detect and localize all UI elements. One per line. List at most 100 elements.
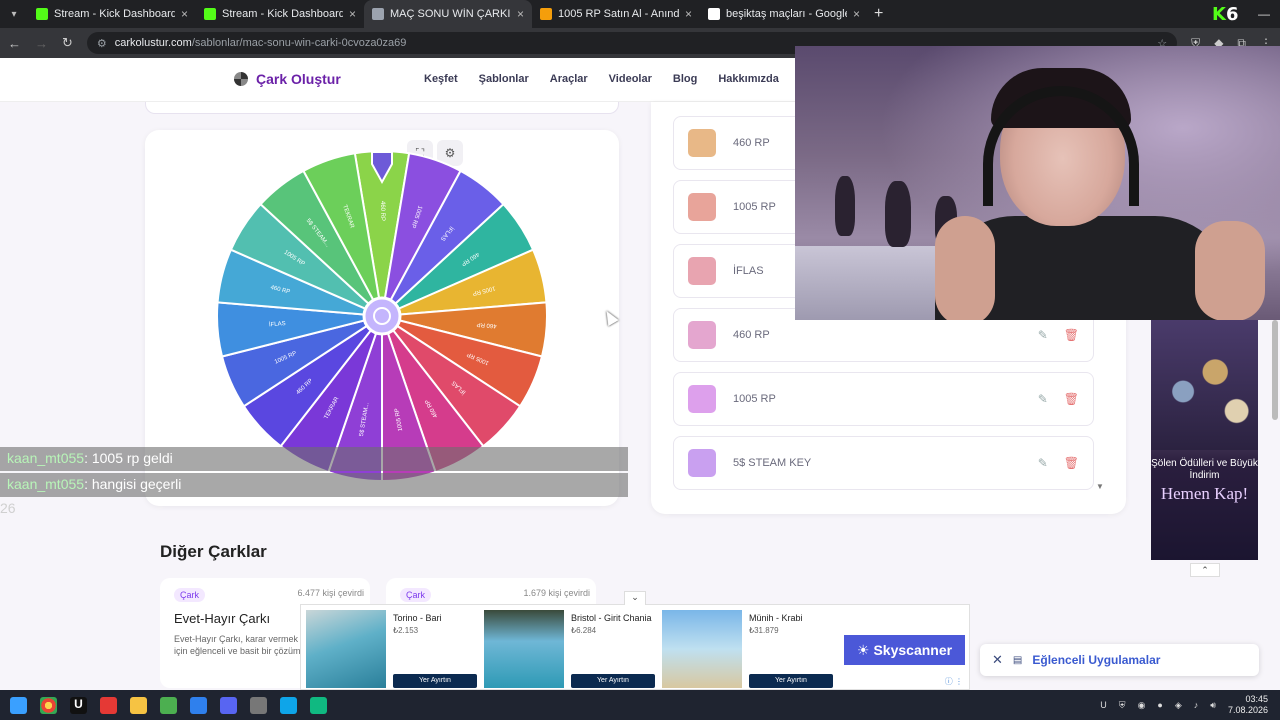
- flight-deal[interactable]: Münih - Krabi ₺31.879 Yer Ayırtın: [657, 610, 833, 690]
- edge-icon[interactable]: [280, 696, 297, 714]
- color-swatch[interactable]: [688, 385, 716, 413]
- app-red-icon[interactable]: [100, 696, 117, 714]
- nav-link[interactable]: Videolar: [609, 73, 652, 85]
- tab-title: Stream - Kick Dashboard: [54, 8, 175, 20]
- cam-person-arm: [1195, 221, 1265, 320]
- tray-discord-icon[interactable]: ◉: [1138, 700, 1146, 711]
- chat-user: kaan_mt055: [7, 476, 85, 492]
- spin-hub-button[interactable]: [362, 296, 402, 336]
- discord-icon[interactable]: [220, 696, 237, 714]
- tab-title: MAÇ SONU WİN ÇARKI - Çark: [390, 8, 511, 20]
- apps-toast[interactable]: ✕ ▤ Eğlenceli Uygulamalar: [980, 644, 1259, 676]
- minimize-button[interactable]: —: [1258, 7, 1270, 21]
- edit-icon[interactable]: ✎: [1038, 328, 1048, 342]
- chat-ghost-text: 26: [0, 500, 16, 516]
- browser-tab[interactable]: Stream - Kick Dashboard ×: [196, 0, 364, 28]
- tray-network-icon[interactable]: ◈: [1175, 700, 1182, 711]
- tray-mic-icon[interactable]: ♪: [1194, 700, 1199, 710]
- deal-route: Münih - Krabi: [749, 613, 803, 623]
- scroll-down-arrow[interactable]: ▼: [1096, 482, 1104, 491]
- edit-icon[interactable]: ✎: [1038, 456, 1048, 470]
- back-icon[interactable]: ←: [8, 36, 21, 51]
- book-button[interactable]: Yer Ayırtın: [571, 674, 655, 688]
- tab-title: 1005 RP Satın Al - Anında Teslim: [558, 8, 679, 20]
- skyscanner-brand: Skyscanner: [873, 642, 953, 658]
- side-ad-collapse-icon[interactable]: ⌃: [1190, 563, 1220, 577]
- browser-tab[interactable]: Stream - Kick Dashboard ×: [28, 0, 196, 28]
- deal-price: ₺2.153: [393, 626, 419, 635]
- side-ad-line1: Şölen Ödülleri ve Büyük İndirim: [1151, 458, 1258, 481]
- color-swatch[interactable]: [688, 449, 716, 477]
- chat-user: kaan_mt055: [7, 450, 85, 466]
- clock[interactable]: 03:45 7.08.2026: [1228, 694, 1268, 716]
- site-brand[interactable]: Çark Oluştur: [234, 71, 341, 87]
- travel-ad-banner[interactable]: ⌄ Torino - Bari ₺2.153 Yer Ayırtın Bristol …: [300, 591, 970, 690]
- book-button[interactable]: Yer Ayırtın: [393, 674, 477, 688]
- close-tab-icon[interactable]: ×: [181, 7, 188, 21]
- browser-tab[interactable]: 1005 RP Satın Al - Anında Teslim ×: [532, 0, 700, 28]
- new-tab-button[interactable]: +: [874, 5, 883, 23]
- folder-icon[interactable]: [130, 696, 147, 714]
- close-tab-icon[interactable]: ×: [853, 7, 860, 21]
- deal-price: ₺31.879: [749, 626, 779, 635]
- tray-shield-icon[interactable]: ⛨: [1119, 700, 1126, 711]
- close-icon[interactable]: ✕: [992, 652, 1003, 668]
- chrome-icon[interactable]: [40, 696, 57, 714]
- color-swatch[interactable]: [688, 321, 716, 349]
- browser-tab[interactable]: MAÇ SONU WİN ÇARKI - Çark ×: [364, 0, 532, 28]
- app-blue-icon[interactable]: [190, 696, 207, 714]
- wheel-logo-icon: [234, 72, 248, 86]
- nav-link[interactable]: Blog: [673, 73, 697, 85]
- edit-icon[interactable]: ✎: [1038, 392, 1048, 406]
- tab-search-button[interactable]: ▾: [0, 0, 28, 28]
- trash-icon[interactable]: 🗑︎: [1064, 456, 1079, 470]
- flight-deal[interactable]: Bristol - Girit Chania ₺6.284 Yer Ayırtın: [479, 610, 655, 690]
- cam-vase: [835, 176, 855, 236]
- deal-route: Bristol - Girit Chania: [571, 613, 652, 623]
- tray-app-icon[interactable]: ●: [1157, 700, 1162, 710]
- app-gray-icon[interactable]: [250, 696, 267, 714]
- side-game-ad[interactable]: Şölen Ödülleri ve Büyük İndirim Hemen Ka…: [1151, 320, 1258, 560]
- start-icon[interactable]: [10, 696, 27, 714]
- color-swatch[interactable]: [688, 193, 716, 221]
- apps-icon: ▤: [1012, 654, 1023, 666]
- browser-tab[interactable]: beşiktaş maçları - Google'da Ara ×: [700, 0, 868, 28]
- tray-u-icon[interactable]: U: [1100, 700, 1107, 710]
- nav-link[interactable]: Hakkımızda: [718, 73, 779, 85]
- nav-link[interactable]: Keşfet: [424, 73, 458, 85]
- close-tab-icon[interactable]: ×: [685, 7, 692, 21]
- ad-info-icon[interactable]: ⓘ ⋮: [945, 676, 963, 687]
- trash-icon[interactable]: 🗑︎: [1064, 328, 1079, 342]
- collapse-ad-icon[interactable]: ⌄: [624, 591, 646, 605]
- flight-deal[interactable]: Torino - Bari ₺2.153 Yer Ayırtın: [301, 610, 477, 690]
- book-button[interactable]: Yer Ayırtın: [749, 674, 833, 688]
- app-u-icon[interactable]: U: [70, 696, 87, 714]
- nav-link[interactable]: Şablonlar: [479, 73, 529, 85]
- option-label: 1005 RP: [733, 393, 776, 405]
- kick-count: 6: [1225, 4, 1239, 25]
- spin-wheel[interactable]: 460 RP 1005 RPİFLAS460 RP1005 RP460 RP100…: [216, 150, 548, 482]
- app-green-icon[interactable]: [160, 696, 177, 714]
- color-swatch[interactable]: [688, 129, 716, 157]
- card-1-tag: Çark: [174, 588, 206, 602]
- os-taskbar: U: [0, 690, 1280, 720]
- wheel-option[interactable]: 5$ STEAM KEY ✎ 🗑︎: [673, 436, 1094, 490]
- site-info-icon[interactable]: ⚙: [97, 37, 107, 50]
- color-swatch[interactable]: [688, 257, 716, 285]
- wheel-segment-label: 460 RP: [379, 201, 385, 221]
- clock-time: 03:45: [1245, 694, 1268, 704]
- tray-volume-icon[interactable]: 🔊︎: [1210, 700, 1216, 711]
- option-label: 5$ STEAM KEY: [733, 457, 812, 469]
- notepad-icon[interactable]: [310, 696, 327, 714]
- close-tab-icon[interactable]: ×: [349, 7, 356, 21]
- trash-icon[interactable]: 🗑︎: [1064, 392, 1079, 406]
- skyscanner-logo[interactable]: ☀ Skyscanner: [844, 635, 965, 665]
- close-tab-icon[interactable]: ×: [517, 7, 524, 21]
- page-scrollbar[interactable]: [1272, 320, 1278, 420]
- forward-icon[interactable]: →: [35, 36, 48, 51]
- card-1-desc: Evet-Hayır Çarkı, karar vermek için eğle…: [174, 634, 301, 656]
- option-label: 460 RP: [733, 329, 770, 341]
- wheel-option[interactable]: 1005 RP ✎ 🗑︎: [673, 372, 1094, 426]
- reload-icon[interactable]: ↻: [62, 35, 73, 51]
- nav-link[interactable]: Araçlar: [550, 73, 588, 85]
